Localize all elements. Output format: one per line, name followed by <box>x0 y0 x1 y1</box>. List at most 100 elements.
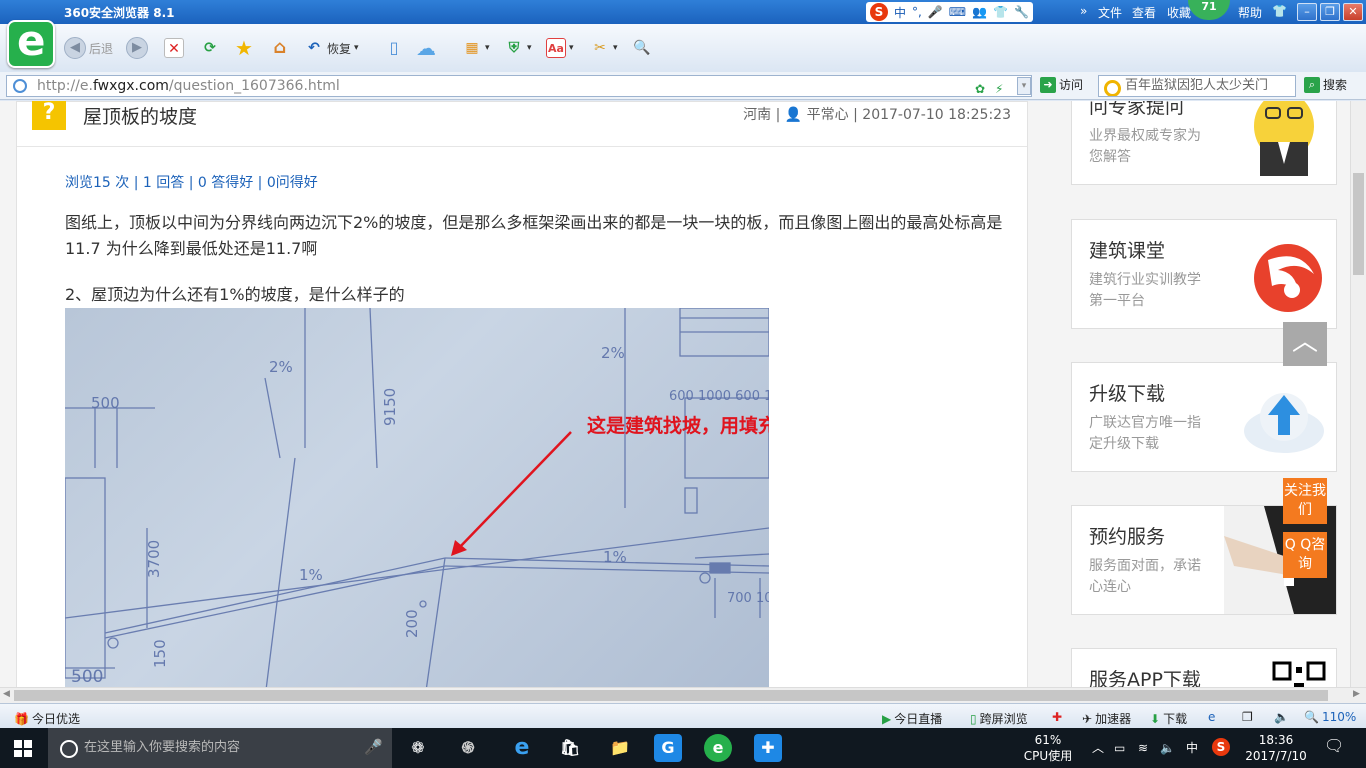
security-button[interactable]: ⛨ ▾ <box>504 36 532 60</box>
card-upgrade-download[interactable]: 升级下载 广联达官方唯一指定升级下载 <box>1071 362 1337 472</box>
loading-icon[interactable]: ✿ <box>975 79 985 99</box>
url-dropdown-icon[interactable]: ▾ <box>1017 77 1031 95</box>
speaker-icon[interactable]: 🔈 <box>1160 740 1175 756</box>
go-icon: ➜ <box>1040 76 1056 93</box>
scroll-left-icon[interactable]: ◀ <box>3 689 10 699</box>
screenshot-button[interactable]: ✂ ▾ <box>590 36 617 60</box>
taskbar-search-input[interactable]: 在这里输入你要搜索的内容 <box>48 728 392 768</box>
question-location[interactable]: 河南 <box>743 107 771 123</box>
apps-button[interactable]: ▦ ▾ <box>462 36 489 60</box>
menu-favorites[interactable]: 收藏 <box>1167 4 1191 21</box>
edge-icon[interactable]: e <box>508 734 536 762</box>
scrollbar-thumb[interactable] <box>1353 173 1364 275</box>
menu-view[interactable]: 查看 <box>1132 4 1156 21</box>
qq-consult-button[interactable]: Q Q咨询 <box>1283 532 1327 578</box>
glodon-app-icon[interactable]: G <box>654 734 682 762</box>
search-icon: ⌕ <box>1304 76 1320 93</box>
ime-language[interactable]: 中 <box>894 4 906 21</box>
accelerator[interactable]: ✈ 加速器 <box>1082 710 1131 727</box>
close-button[interactable]: ✕ <box>1343 3 1363 21</box>
store-icon[interactable]: 🛍 <box>556 734 584 762</box>
menu-help[interactable]: 帮助 <box>1238 4 1262 21</box>
battery-icon[interactable]: ▭ <box>1114 740 1125 756</box>
window-button[interactable]: ❐ <box>1242 710 1253 724</box>
refresh-button[interactable]: ⟳ <box>200 36 220 60</box>
mobile-button[interactable]: ▯ <box>384 36 404 60</box>
menu-file[interactable]: 文件 <box>1098 4 1122 21</box>
restore-button[interactable]: ❐ <box>1320 3 1340 21</box>
minimize-button[interactable]: – <box>1297 3 1317 21</box>
forward-button[interactable]: ▶ <box>126 36 148 60</box>
blueprint-drawing: 2% 2% 9150 500 3700 1% 1% 200 600 1000 6… <box>65 308 769 687</box>
ime-indicator[interactable]: 中 <box>1186 740 1198 756</box>
card-ask-expert[interactable]: 问专家提问 业界最权威专家为您解答 <box>1071 101 1337 185</box>
wrench-icon[interactable]: 🔧 <box>1014 5 1029 19</box>
microphone-icon[interactable]: 🎤 <box>928 5 943 19</box>
more-icon[interactable]: » <box>1080 4 1087 18</box>
favorite-button[interactable]: ★ <box>234 36 254 60</box>
user-icon[interactable]: 👥 <box>972 5 987 19</box>
windows-taskbar: 在这里输入你要搜索的内容 🎤 ❁ ֍ e 🛍 📁 G e ✚ 61% CPU使用… <box>0 728 1366 768</box>
visit-button[interactable]: ➜ 访问 <box>1040 76 1083 93</box>
clock[interactable]: 18:36 2017/7/10 <box>1244 732 1308 764</box>
question-panel: ? 屋顶板的坡度 河南 | 👤 平常心 | 2017-07-10 18:25:2… <box>16 101 1028 687</box>
vertical-scrollbar[interactable] <box>1350 101 1366 687</box>
keyboard-icon[interactable]: ⌨ <box>949 5 966 19</box>
today-picks[interactable]: 🎁 今日优选 <box>14 710 80 727</box>
red-swirl-logo-icon <box>1238 230 1330 320</box>
sogou-icon[interactable]: S <box>870 3 888 21</box>
volume-button[interactable]: 🔈 <box>1274 710 1289 724</box>
card-app-download[interactable]: 服务APP下载 <box>1071 648 1337 687</box>
translate-button[interactable]: Aa ▾ <box>546 36 574 60</box>
file-explorer-icon[interactable]: 📁 <box>606 734 634 762</box>
cpu-usage[interactable]: 61% CPU使用 <box>1022 732 1074 764</box>
notification-badge[interactable]: 71 <box>1188 0 1230 20</box>
task-view-icon[interactable]: ❁ <box>404 734 432 762</box>
card-building-class[interactable]: 建筑课堂 建筑行业实训教学第一平台 <box>1071 219 1337 329</box>
card-desc: 服务面对面，承诺心连心 <box>1089 558 1201 595</box>
stop-button[interactable]: ✕ <box>164 36 184 60</box>
downloads[interactable]: ⬇ 下载 <box>1150 710 1187 727</box>
follow-us-button[interactable]: 关注我们 <box>1283 478 1327 524</box>
swirl-app-icon[interactable]: ֍ <box>454 734 482 762</box>
ie-mode-button[interactable]: e <box>1208 710 1215 724</box>
speed-mode-icon[interactable]: ⚡ <box>995 79 1003 99</box>
back-button[interactable]: ◀ 后退 <box>64 36 113 60</box>
ime-punctuation[interactable]: °, <box>912 5 922 19</box>
home-button[interactable]: ⌂ <box>270 36 290 60</box>
browser-logo[interactable] <box>7 16 55 68</box>
zoom-level[interactable]: 🔍 110% <box>1304 710 1356 724</box>
remote-app-icon[interactable]: ✚ <box>754 734 782 762</box>
sogou-icon[interactable]: S <box>1212 738 1230 756</box>
question-body: 图纸上，顶板以中间为分界线向两边沉下2%的坡度，但是那么多框架梁画出来的都是一块… <box>65 213 1003 258</box>
today-live[interactable]: ▶ 今日直播 <box>882 710 942 727</box>
skin-icon[interactable]: 👕 <box>1272 4 1287 18</box>
drawing-photo[interactable]: 2% 2% 9150 500 3700 1% 1% 200 600 1000 6… <box>65 308 769 687</box>
search-button[interactable]: ⌕ 搜索 <box>1304 76 1347 93</box>
shield-icon: ⛨ <box>508 40 520 56</box>
star-icon: ★ <box>235 36 253 60</box>
360-browser-icon[interactable]: e <box>704 734 732 762</box>
back-to-top-button[interactable]: ︿ <box>1283 322 1327 366</box>
cross-screen[interactable]: ▯ 跨屏浏览 <box>970 710 1028 727</box>
horizontal-scrollbar[interactable]: ◀ ▶ <box>0 687 1366 703</box>
ime-toolbar[interactable]: S 中 °, 🎤 ⌨ 👥 👕 🔧 <box>866 2 1033 22</box>
chevron-up-icon[interactable]: ︿ <box>1092 740 1104 756</box>
windows-start-icon[interactable] <box>14 740 32 757</box>
search-input[interactable]: 百年监狱因犯人太少关门 <box>1098 75 1296 97</box>
url-input[interactable]: http://e.fwxgx.com/question_1607366.html… <box>6 75 1032 97</box>
translate-icon: Aa <box>546 38 566 58</box>
zoom-button[interactable]: 🔍 <box>632 36 652 60</box>
address-bar: http://e.fwxgx.com/question_1607366.html… <box>0 72 1366 100</box>
scroll-right-icon[interactable]: ▶ <box>1353 689 1360 699</box>
scissors-icon: ✂ <box>594 40 606 56</box>
doctor-button[interactable]: ✚ <box>1052 710 1062 724</box>
cloud-button[interactable]: ☁ <box>416 36 436 60</box>
notification-icon[interactable]: 🗨 <box>1324 738 1344 754</box>
question-user[interactable]: 平常心 <box>807 107 849 123</box>
wifi-icon[interactable]: ≋ <box>1138 740 1148 756</box>
microphone-icon[interactable]: 🎤 <box>364 738 383 756</box>
shirt-icon[interactable]: 👕 <box>993 5 1008 19</box>
scrollbar-thumb[interactable] <box>14 690 1328 701</box>
restore-tab-button[interactable]: ↶ 恢复 ▾ <box>304 36 358 60</box>
